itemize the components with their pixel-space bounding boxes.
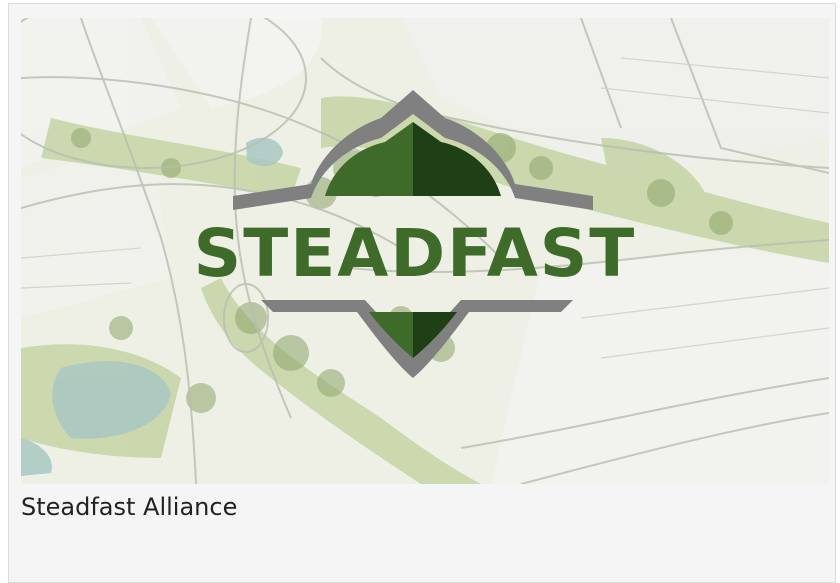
project-hero-image[interactable]: STEADFAST (21, 18, 829, 484)
site-plan-sketch: STEADFAST (21, 18, 829, 484)
logo-wordmark: STEADFAST (194, 215, 637, 292)
project-card[interactable]: STEADFAST Steadfast Alliance (8, 3, 836, 583)
project-title[interactable]: Steadfast Alliance (21, 492, 237, 523)
